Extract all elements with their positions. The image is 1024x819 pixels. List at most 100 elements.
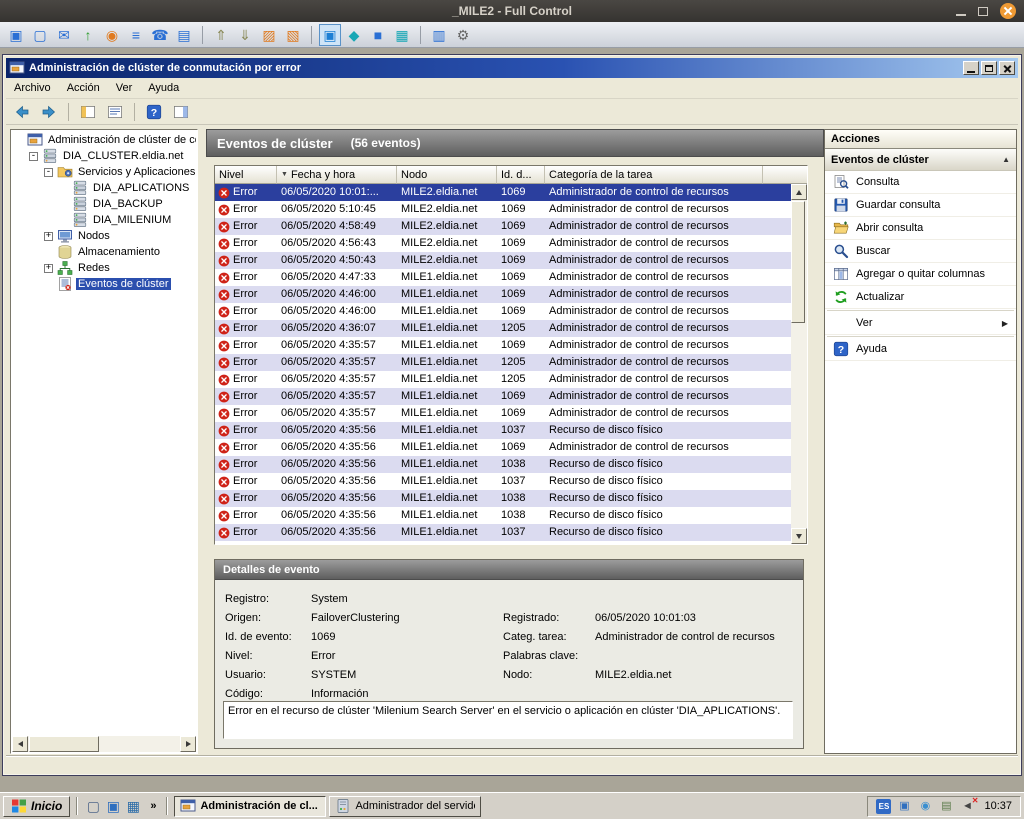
task-button-administrador-del-servidor[interactable]: Administrador del servidor bbox=[329, 796, 481, 817]
back-button[interactable] bbox=[10, 101, 34, 123]
scroll-down-button[interactable] bbox=[791, 528, 807, 544]
start-button[interactable]: Inicio bbox=[3, 796, 70, 817]
new-connection-icon[interactable]: ▢ bbox=[29, 24, 51, 46]
menu-item-accion[interactable]: Acción bbox=[59, 79, 108, 98]
maximize-button[interactable] bbox=[981, 61, 997, 75]
event-row[interactable]: Error06/05/2020 4:35:57MILE1.eldia.net12… bbox=[215, 371, 791, 388]
event-row[interactable]: Error06/05/2020 4:56:43MILE2.eldia.net10… bbox=[215, 235, 791, 252]
event-row[interactable]: Error06/05/2020 4:35:56MILE1.eldia.net10… bbox=[215, 524, 791, 541]
event-row[interactable]: Error06/05/2020 4:50:43MILE2.eldia.net10… bbox=[215, 252, 791, 269]
minimize-button[interactable] bbox=[963, 61, 979, 75]
collapse-section-icon[interactable]: ▲ bbox=[1002, 155, 1010, 164]
session-files-icon[interactable]: ▥ bbox=[428, 24, 450, 46]
show-action-pane-button[interactable] bbox=[169, 101, 193, 123]
export-list-button[interactable] bbox=[103, 101, 127, 123]
close-button[interactable] bbox=[999, 61, 1015, 75]
event-row[interactable]: Error06/05/2020 4:35:56MILE1.eldia.net10… bbox=[215, 439, 791, 456]
menu-item-ayuda[interactable]: Ayuda bbox=[140, 79, 187, 98]
file-manager-icon[interactable]: ▨ bbox=[258, 24, 280, 46]
action-actualizar[interactable]: Actualizar bbox=[825, 286, 1016, 309]
host-close-button[interactable] bbox=[1000, 3, 1016, 19]
event-row[interactable]: Error06/05/2020 4:35:57MILE1.eldia.net10… bbox=[215, 405, 791, 422]
host-minimize-button[interactable] bbox=[956, 14, 966, 16]
fit-screen-icon[interactable]: ▦ bbox=[391, 24, 413, 46]
windows-update-icon[interactable]: ◉ bbox=[917, 798, 933, 814]
event-row[interactable]: Error06/05/2020 4:47:33MILE1.eldia.net10… bbox=[215, 269, 791, 286]
action-consulta[interactable]: Consulta bbox=[825, 171, 1016, 194]
action-buscar[interactable]: Buscar bbox=[825, 240, 1016, 263]
forward-button[interactable] bbox=[37, 101, 61, 123]
event-row[interactable]: Error06/05/2020 10:01:...MILE2.eldia.net… bbox=[215, 184, 791, 201]
tree-item-dia-cluster-eldia-net[interactable]: -DIA_CLUSTER.eldia.net bbox=[12, 148, 196, 164]
event-row[interactable]: Error06/05/2020 4:35:56MILE1.eldia.net10… bbox=[215, 473, 791, 490]
quick-launch-desktop-icon[interactable]: ▦ bbox=[124, 797, 142, 815]
quick-launch-window-icon[interactable]: ▢ bbox=[84, 797, 102, 815]
event-row[interactable]: Error06/05/2020 4:35:57MILE1.eldia.net12… bbox=[215, 354, 791, 371]
event-row[interactable]: Error06/05/2020 4:58:49MILE2.eldia.net10… bbox=[215, 218, 791, 235]
volume-muted-icon[interactable]: ◄✕ bbox=[959, 798, 975, 814]
tree-item-redes[interactable]: +Redes bbox=[12, 260, 196, 276]
event-row[interactable]: Error06/05/2020 4:35:56MILE1.eldia.net10… bbox=[215, 422, 791, 439]
language-indicator[interactable]: ES bbox=[876, 799, 891, 814]
tree-item-nodos[interactable]: +Nodos bbox=[12, 228, 196, 244]
action-ayuda[interactable]: Ayuda bbox=[825, 338, 1016, 361]
connection-options-icon[interactable]: ▣ bbox=[5, 24, 27, 46]
column-header-nivel[interactable]: Nivel bbox=[215, 166, 277, 184]
event-row[interactable]: Error06/05/2020 4:35:56MILE1.eldia.net10… bbox=[215, 507, 791, 524]
expand-icon[interactable]: + bbox=[44, 232, 53, 241]
network-status-icon[interactable]: ▣ bbox=[896, 798, 912, 814]
conference-icon[interactable]: ≡ bbox=[125, 24, 147, 46]
taskbar-clock[interactable]: 10:37 bbox=[980, 800, 1012, 812]
help-button[interactable] bbox=[142, 101, 166, 123]
column-header-fecha-y-hora[interactable]: ▼Fecha y hora bbox=[277, 166, 397, 184]
show-console-tree-button[interactable] bbox=[76, 101, 100, 123]
event-row[interactable]: Error06/05/2020 4:35:57MILE1.eldia.net10… bbox=[215, 337, 791, 354]
action-guardar-consulta[interactable]: Guardar consulta bbox=[825, 194, 1016, 217]
tree-item-dia-backup[interactable]: DIA_BACKUP bbox=[12, 196, 196, 212]
column-header-categoria-de-la-tarea[interactable]: Categoría de la tarea bbox=[545, 166, 763, 184]
action-agregar-o-quitar-columnas[interactable]: Agregar o quitar columnas bbox=[825, 263, 1016, 286]
tree-item-eventos-de-cluster[interactable]: Eventos de clúster bbox=[12, 276, 196, 292]
quick-launch-network-icon[interactable]: ▣ bbox=[104, 797, 122, 815]
send-mail-icon[interactable]: ✉ bbox=[53, 24, 75, 46]
column-header-nodo[interactable]: Nodo bbox=[397, 166, 497, 184]
quick-launch-overflow-chevron[interactable]: » bbox=[146, 800, 160, 812]
fullscreen-icon[interactable]: ▣ bbox=[319, 24, 341, 46]
clipboard-get-icon[interactable]: ⇓ bbox=[234, 24, 256, 46]
expand-icon[interactable]: + bbox=[44, 264, 53, 273]
event-row[interactable]: Error06/05/2020 4:35:56MILE1.eldia.net10… bbox=[215, 490, 791, 507]
window-size-icon[interactable]: ■ bbox=[367, 24, 389, 46]
tree-item-administracion-de-cluster-de-conmu[interactable]: Administración de clúster de conmu bbox=[12, 132, 196, 148]
text-chat-icon[interactable]: ▤ bbox=[173, 24, 195, 46]
file-transfer-icon[interactable]: ↑ bbox=[77, 24, 99, 46]
action-ver[interactable]: Ver▶ bbox=[825, 312, 1016, 335]
scroll-right-button[interactable] bbox=[180, 736, 196, 752]
host-maximize-button[interactable] bbox=[978, 7, 988, 16]
column-header-id-d[interactable]: Id. d... bbox=[497, 166, 545, 184]
event-row[interactable]: Error06/05/2020 4:46:00MILE1.eldia.net10… bbox=[215, 286, 791, 303]
tree-item-servicios-y-aplicaciones[interactable]: -Servicios y Aplicaciones bbox=[12, 164, 196, 180]
tree-item-almacenamiento[interactable]: Almacenamiento bbox=[12, 244, 196, 260]
ctrl-alt-del-icon[interactable]: ◉ bbox=[101, 24, 123, 46]
event-row[interactable]: Error06/05/2020 4:36:07MILE1.eldia.net12… bbox=[215, 320, 791, 337]
folder-sync-icon[interactable]: ▧ bbox=[282, 24, 304, 46]
clipboard-send-icon[interactable]: ⇑ bbox=[210, 24, 232, 46]
event-row[interactable]: Error06/05/2020 4:35:56MILE1.eldia.net10… bbox=[215, 456, 791, 473]
menu-item-ver[interactable]: Ver bbox=[108, 79, 141, 98]
task-button-administracion-de-cl[interactable]: Administración de cl... bbox=[174, 796, 326, 817]
action-abrir-consulta[interactable]: Abrir consulta bbox=[825, 217, 1016, 240]
event-row[interactable]: Error06/05/2020 5:10:45MILE2.eldia.net10… bbox=[215, 201, 791, 218]
actions-section-header[interactable]: Eventos de clúster ▲ bbox=[825, 149, 1016, 171]
collapse-icon[interactable]: - bbox=[44, 168, 53, 177]
scroll-up-button[interactable] bbox=[791, 184, 807, 200]
scrollbar-thumb[interactable] bbox=[791, 201, 805, 323]
event-row[interactable]: Error06/05/2020 4:35:57MILE1.eldia.net10… bbox=[215, 388, 791, 405]
menu-item-archivo[interactable]: Archivo bbox=[6, 79, 59, 98]
window-titlebar[interactable]: Administración de clúster de conmutación… bbox=[6, 58, 1018, 78]
tree-item-dia-aplications[interactable]: DIA_APLICATIONS bbox=[12, 180, 196, 196]
voice-chat-icon[interactable]: ☎ bbox=[149, 24, 171, 46]
scrollbar-thumb[interactable] bbox=[29, 736, 99, 752]
event-row[interactable]: Error06/05/2020 4:46:00MILE1.eldia.net10… bbox=[215, 303, 791, 320]
event-message-box[interactable]: Error en el recurso de clúster 'Milenium… bbox=[223, 701, 793, 739]
scale-view-icon[interactable]: ◆ bbox=[343, 24, 365, 46]
